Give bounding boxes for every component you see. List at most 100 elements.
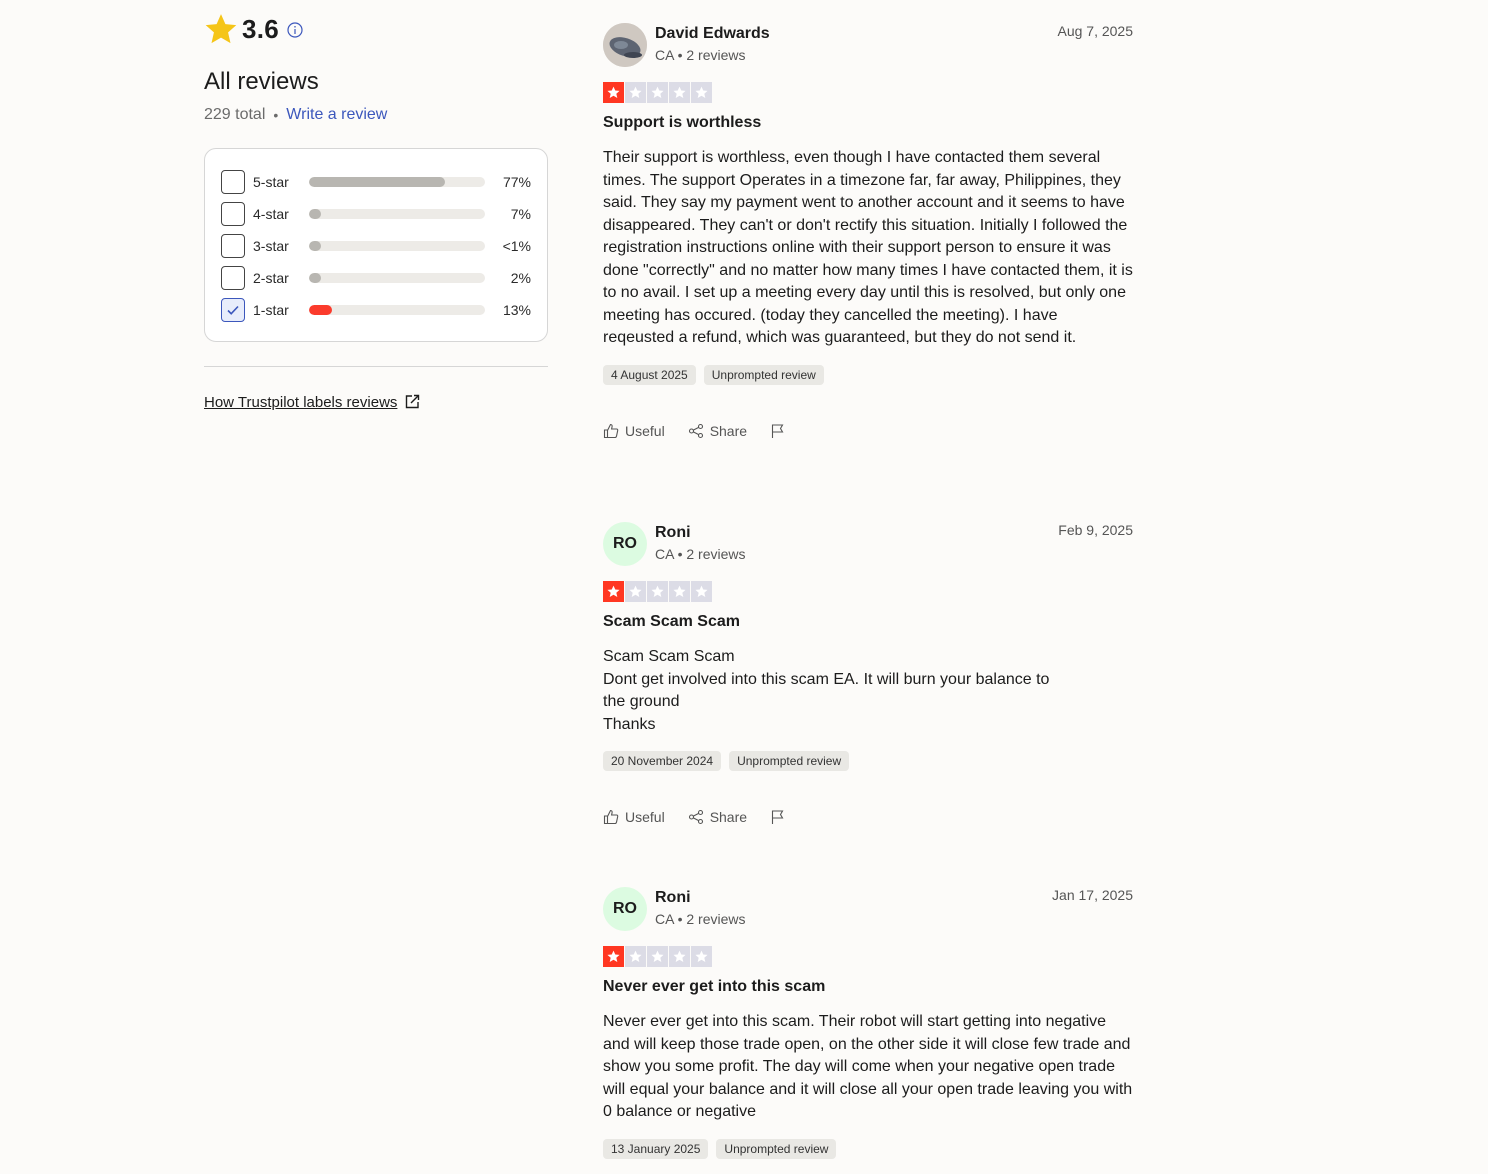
star-icon <box>647 946 668 967</box>
labels-info-link[interactable]: How Trustpilot labels reviews <box>204 393 548 411</box>
star-filter-label: 1-star <box>253 302 289 318</box>
review-card: RO Roni CA • 2 reviews Feb 9, 2025 Scam Scam… <box>603 522 1133 825</box>
write-review-link[interactable]: Write a review <box>286 106 387 124</box>
flag-icon <box>771 810 784 824</box>
star-bar-fill <box>308 209 322 219</box>
review-date: Aug 7, 2025 <box>1057 23 1133 39</box>
star-filter-checkbox[interactable] <box>221 170 245 194</box>
review-label-badge[interactable]: Unprompted review <box>729 751 850 771</box>
total-count: 229 total <box>204 106 266 123</box>
review-label-badge[interactable]: Unprompted review <box>703 364 824 385</box>
star-icon <box>205 14 237 44</box>
star-filter-row[interactable]: 3-star <1% <box>221 230 531 262</box>
divider <box>204 366 548 367</box>
rating-summary: 3.6 All reviews 229 total • Write a revi… <box>204 12 548 411</box>
star-filter-label: 3-star <box>253 238 289 254</box>
star-filter-percent: 2% <box>510 270 531 286</box>
thumbs-up-icon <box>603 809 619 825</box>
review-header: David Edwards CA • 2 reviews Aug 7, 2025 <box>603 23 1133 69</box>
star-filter-percent: <1% <box>502 238 531 254</box>
reviewer-name[interactable]: Roni <box>655 523 746 543</box>
star-filter-checkbox[interactable] <box>221 298 245 322</box>
share-button[interactable]: Share <box>688 423 747 439</box>
avatar[interactable] <box>603 23 647 67</box>
star-icon <box>691 581 712 602</box>
report-button[interactable] <box>770 809 792 825</box>
star-icon <box>603 581 624 602</box>
star-icon <box>625 581 646 602</box>
review-body: Never ever get into this scam. Their rob… <box>603 1013 1133 1120</box>
share-icon <box>688 423 703 438</box>
review-date: Feb 9, 2025 <box>1058 522 1133 538</box>
star-filter-label: 4-star <box>253 206 289 222</box>
useful-button[interactable]: Useful <box>603 423 665 439</box>
star-bar-fill <box>308 241 321 251</box>
star-icon <box>625 82 646 103</box>
star-bar-fill <box>308 177 446 187</box>
share-button[interactable]: Share <box>688 809 747 825</box>
review-body: Scam Scam Scam Dont get involved into th… <box>603 648 1050 733</box>
star-filter-row[interactable]: 1-star 13% <box>221 294 531 326</box>
star-bar-fill <box>308 305 332 315</box>
reviewer-name[interactable]: David Edwards <box>655 24 770 44</box>
share-icon <box>688 809 703 825</box>
star-filter-row[interactable]: 5-star 77% <box>221 166 531 198</box>
review-body: Their support is worthless, even though … <box>603 149 1133 346</box>
star-bar-track <box>308 241 486 251</box>
star-bar-track <box>308 209 486 219</box>
star-icon <box>691 946 712 967</box>
star-filter-percent: 7% <box>510 206 531 222</box>
reviewer-meta: CA • 2 reviews <box>655 47 746 63</box>
reviewer-meta: CA • 2 reviews <box>655 911 746 927</box>
review-title[interactable]: Never ever get into this scam <box>603 976 1133 998</box>
review-tags: 13 January 2025 Unprompted review <box>603 1138 1133 1159</box>
info-icon[interactable] <box>287 22 303 38</box>
review-header: RO Roni CA • 2 reviews Feb 9, 2025 <box>603 522 1133 568</box>
star-filter-percent: 13% <box>502 302 531 318</box>
reviewer-name[interactable]: Roni <box>655 888 746 908</box>
share-label: Share <box>709 809 748 825</box>
experience-date-badge: 20 November 2024 <box>603 751 722 771</box>
review-label-badge[interactable]: Unprompted review <box>716 1138 837 1159</box>
star-bar-track <box>308 305 486 315</box>
star-filter-percent: 77% <box>502 174 531 190</box>
star-filter-row[interactable]: 2-star 2% <box>221 262 531 294</box>
star-filter-checkbox[interactable] <box>221 234 245 258</box>
review-tags: 20 November 2024 Unprompted review <box>603 751 1133 771</box>
review-actions: Useful Share <box>603 423 1133 439</box>
avatar[interactable]: RO <box>603 887 647 931</box>
avatar-photo <box>603 23 647 67</box>
experience-date-badge: 13 January 2025 <box>603 1138 709 1159</box>
star-rating <box>603 946 1133 967</box>
labels-link-text: How Trustpilot labels reviews <box>204 393 398 411</box>
avatar[interactable]: RO <box>603 522 647 566</box>
star-icon <box>625 946 646 967</box>
star-bar-track <box>308 177 486 187</box>
review-title[interactable]: Scam Scam Scam <box>603 611 1133 633</box>
star-filter-checkbox[interactable] <box>221 266 245 290</box>
review-date: Jan 17, 2025 <box>1052 887 1133 903</box>
review-header: RO Roni CA • 2 reviews Jan 17, 2025 <box>603 887 1133 933</box>
reviewer-info: David Edwards CA • 2 reviews <box>655 24 770 69</box>
reviewer-meta: CA • 2 reviews <box>655 546 746 562</box>
star-filter-checkbox[interactable] <box>221 202 245 226</box>
star-filter-panel: 5-star 77% 4-star 7% 3-star <1% 2-star 2% 1-star… <box>204 148 548 342</box>
star-icon <box>603 946 624 967</box>
external-link-icon <box>406 394 420 409</box>
review-title[interactable]: Support is worthless <box>603 112 1133 134</box>
star-filter-row[interactable]: 4-star 7% <box>221 198 531 230</box>
report-button[interactable] <box>770 423 792 439</box>
star-icon <box>603 82 624 103</box>
checkmark-icon <box>227 305 239 315</box>
star-icon <box>647 581 668 602</box>
star-bar-track <box>308 273 486 283</box>
share-label: Share <box>709 422 748 439</box>
star-bar-fill <box>308 273 321 283</box>
star-rating <box>603 581 1133 602</box>
useful-label: Useful <box>625 422 665 439</box>
useful-button[interactable]: Useful <box>603 809 665 825</box>
star-icon <box>669 82 690 103</box>
reviewer-info: Roni CA • 2 reviews <box>655 888 746 933</box>
rating-value: 3.6 <box>242 13 280 44</box>
star-rating <box>603 82 1133 103</box>
